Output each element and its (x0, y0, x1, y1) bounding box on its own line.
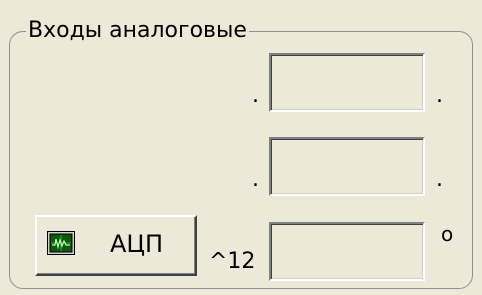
analog-input-field-2[interactable] (269, 137, 425, 196)
field-1-left-label: . (252, 83, 259, 108)
field-2-left-label: . (252, 167, 259, 192)
field-3-right-label: o (441, 222, 454, 246)
groupbox-title: Входы аналоговые (26, 17, 249, 45)
field-1-right-label: . (436, 83, 443, 108)
field-3-left-label: ^12 (209, 249, 256, 274)
adc-button[interactable]: АЦП (35, 215, 197, 276)
adc-button-label: АЦП (110, 230, 164, 258)
oscilloscope-icon (47, 231, 75, 255)
field-2-right-label: . (436, 167, 443, 192)
analog-input-field-1[interactable] (269, 53, 425, 112)
analog-input-field-3[interactable] (269, 222, 425, 281)
analog-inputs-panel: Входы аналоговые . . . . ^12 o АЦП (0, 0, 482, 295)
